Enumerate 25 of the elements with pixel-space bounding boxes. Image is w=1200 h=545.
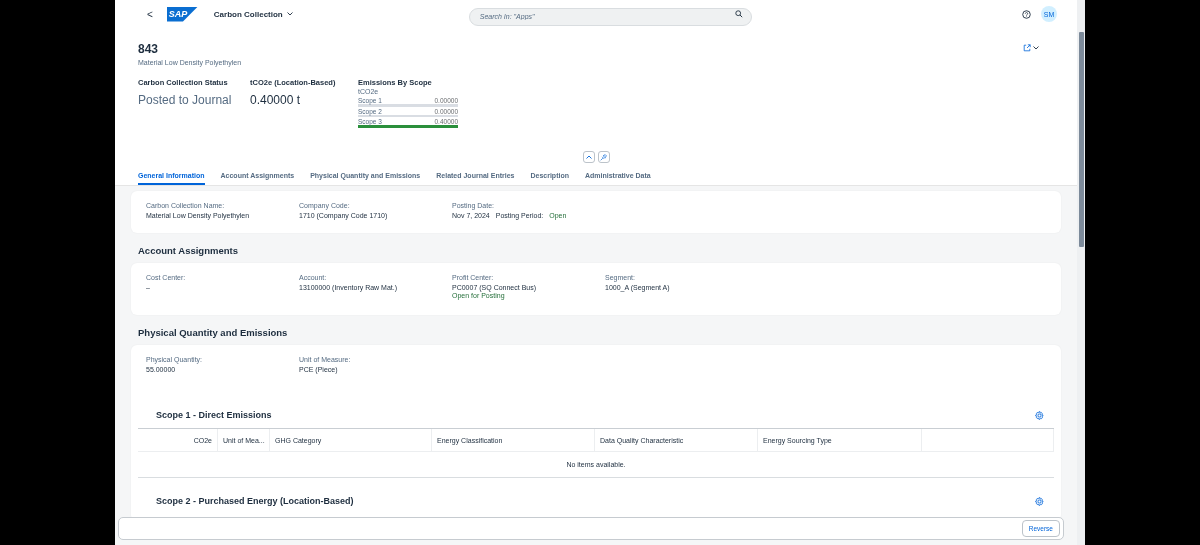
chevron-down-icon [286, 12, 293, 16]
back-button[interactable]: < [143, 8, 157, 20]
table-title: Scope 1 - Direct Emissions [156, 410, 272, 420]
settings-icon [1035, 410, 1044, 420]
settings-button[interactable] [1035, 410, 1044, 420]
app-title-menu[interactable]: Carbon Collection [207, 8, 299, 20]
section-heading: Physical Quantity and Emissions [137, 326, 289, 340]
pin-icon [600, 153, 607, 161]
collapse-button[interactable] [582, 151, 595, 163]
help-icon[interactable] [1022, 9, 1031, 19]
section-heading: Account Assignments [137, 244, 239, 258]
object-title: 843 [138, 42, 159, 56]
export-icon [1023, 44, 1031, 52]
logo: SAP [166, 6, 198, 22]
chevron-up-icon [585, 155, 592, 159]
pin-button[interactable] [597, 151, 610, 163]
kpi-value: Posted to Journal [138, 93, 233, 107]
table-title: Scope 2 - Purchased Energy (Location-Based) [156, 496, 354, 506]
kpi-value: 0.40000 t [250, 93, 302, 107]
scrollbar[interactable] [1077, 0, 1085, 545]
settings-button[interactable] [1035, 496, 1044, 506]
search-icon[interactable] [734, 10, 743, 18]
share-button[interactable] [1023, 44, 1039, 52]
chevron-down-icon [1033, 46, 1039, 50]
settings-icon [1035, 496, 1044, 506]
